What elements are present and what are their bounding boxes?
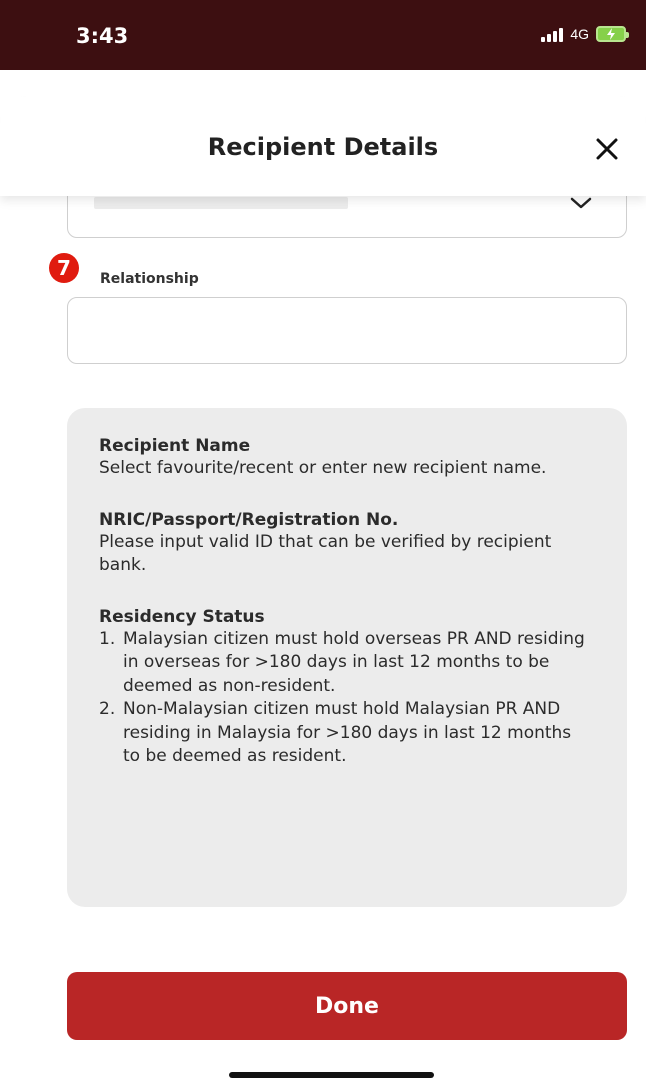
signal-icon bbox=[541, 26, 564, 42]
info-heading: Recipient Name bbox=[99, 436, 251, 456]
list-number: 2. bbox=[99, 699, 116, 719]
list-text: Malaysian citizen must hold overseas PR … bbox=[123, 628, 585, 696]
home-indicator bbox=[229, 1072, 434, 1078]
list-item: 1. Malaysian citizen must hold overseas … bbox=[99, 628, 593, 699]
page-title: Recipient Details bbox=[207, 133, 439, 161]
chevron-down-icon bbox=[570, 197, 592, 209]
recipient-details-sheet: Recipient Details 7 Relationship Recipie… bbox=[0, 96, 646, 1084]
info-text: Please input valid ID that can be verifi… bbox=[99, 531, 552, 576]
close-icon bbox=[596, 138, 618, 160]
battery-charging-icon bbox=[596, 26, 629, 42]
status-time: 3:43 bbox=[76, 24, 129, 48]
dropdown-value-redacted bbox=[94, 197, 348, 209]
list-item: 2. Non-Malaysian citizen must hold Malay… bbox=[99, 698, 593, 769]
status-bar: 3:43 4G bbox=[0, 0, 646, 70]
recipient-name-info: Recipient Name Select favourite/recent o… bbox=[99, 436, 593, 481]
info-text: Select favourite/recent or enter new rec… bbox=[99, 458, 547, 478]
residency-status-info: Residency Status 1. Malaysian citizen mu… bbox=[99, 607, 593, 769]
info-heading: Residency Status bbox=[99, 606, 265, 627]
relationship-label: Relationship bbox=[100, 271, 199, 287]
sheet-header: Recipient Details bbox=[0, 96, 646, 196]
close-button[interactable] bbox=[590, 132, 624, 166]
residency-list: 1. Malaysian citizen must hold overseas … bbox=[99, 628, 593, 769]
info-heading: NRIC/Passport/Registration No. bbox=[99, 509, 399, 530]
info-panel: Recipient Name Select favourite/recent o… bbox=[67, 408, 627, 907]
list-text: Non-Malaysian citizen must hold Malaysia… bbox=[123, 699, 572, 766]
step-badge: 7 bbox=[49, 253, 79, 283]
id-number-info: NRIC/Passport/Registration No. Please in… bbox=[99, 510, 593, 578]
done-button[interactable]: Done bbox=[67, 972, 627, 1040]
status-indicators: 4G bbox=[541, 26, 629, 42]
relationship-input[interactable] bbox=[67, 297, 627, 364]
list-number: 1. bbox=[99, 628, 116, 649]
network-label: 4G bbox=[570, 26, 589, 42]
